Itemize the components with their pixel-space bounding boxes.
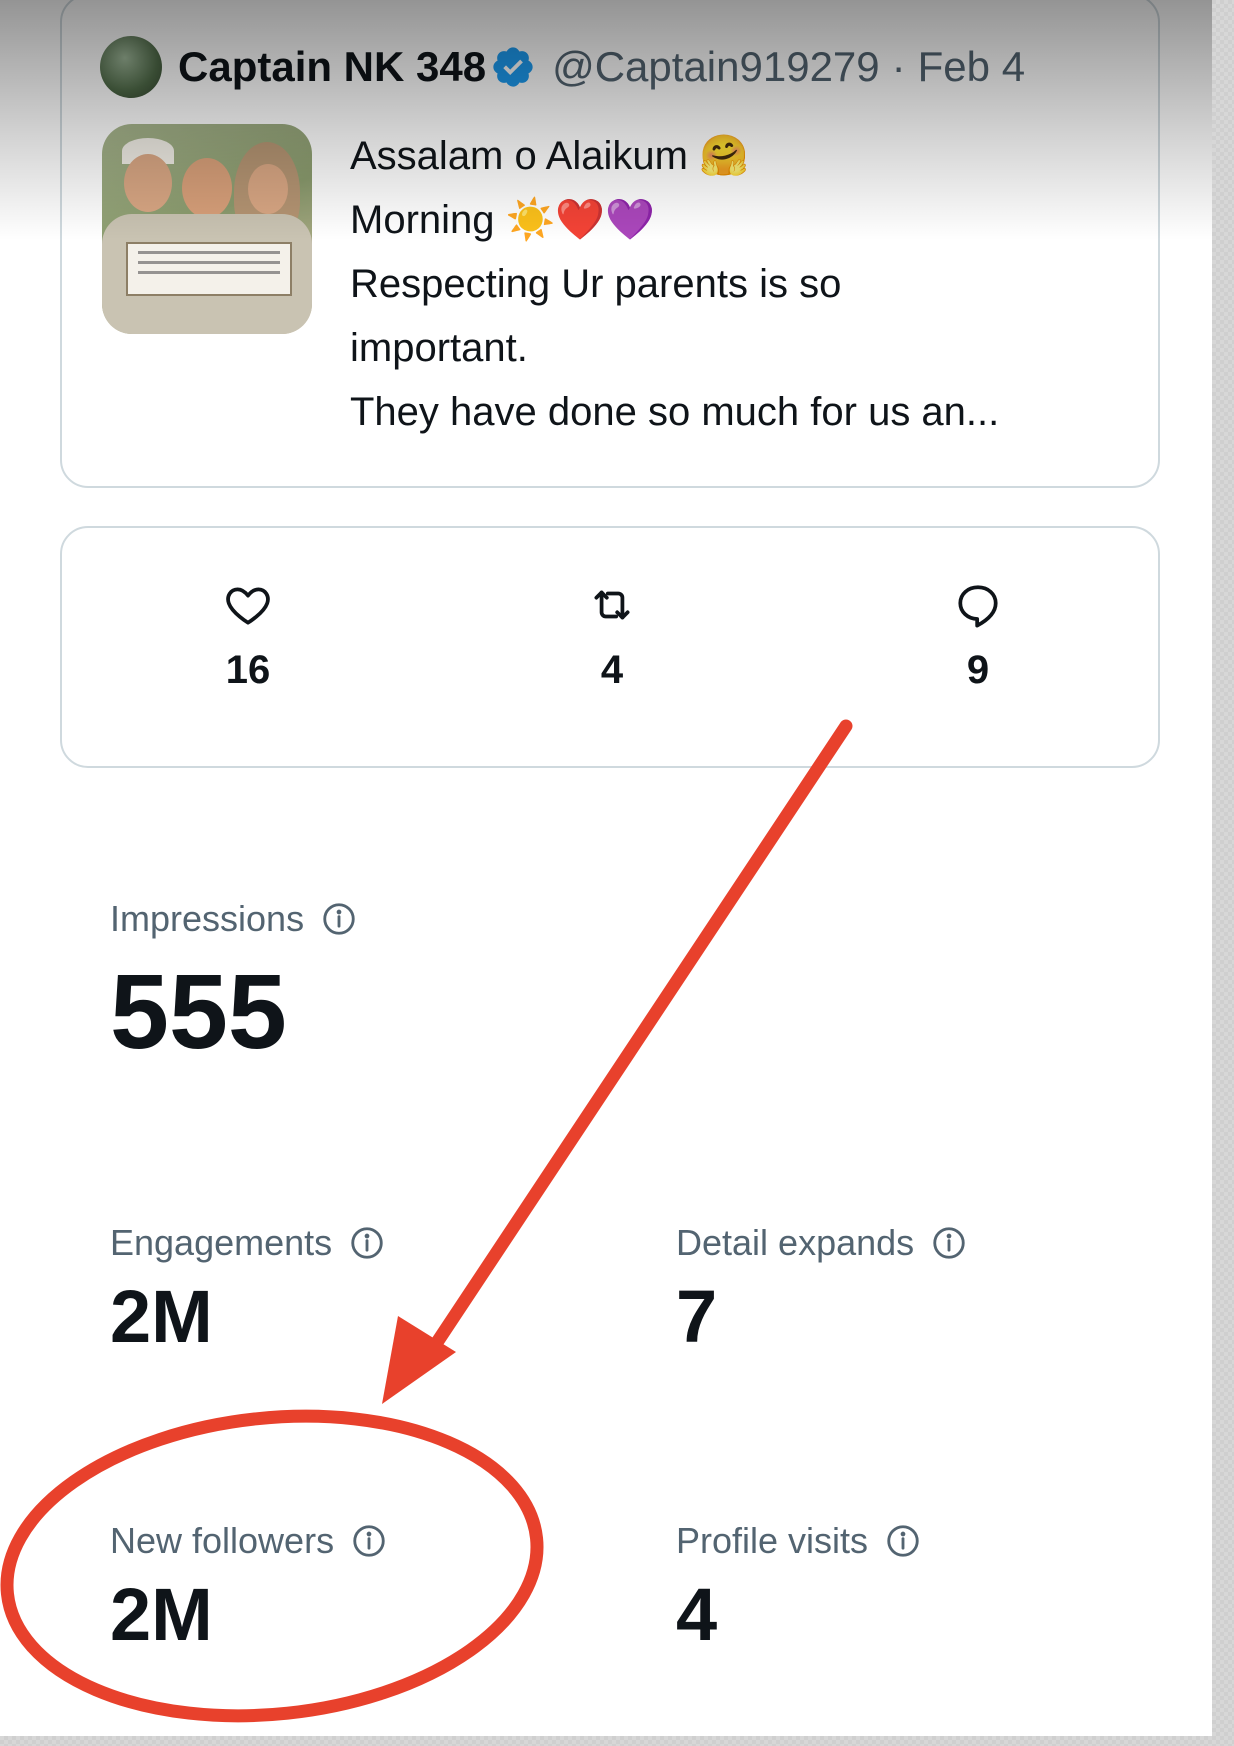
impressions-label: Impressions	[110, 898, 305, 939]
author-avatar[interactable]	[100, 36, 162, 98]
info-icon[interactable]	[320, 900, 358, 938]
reply-action[interactable]: 9	[878, 580, 1078, 693]
engagements-value: 2M	[110, 1275, 213, 1358]
retweet-count: 4	[600, 648, 624, 692]
tweet-text-line: Respecting Ur parents is so	[350, 262, 842, 306]
tweet-text-line: Assalam o Alaikum 🤗	[350, 134, 749, 178]
tweet-date[interactable]: Feb 4	[918, 43, 1025, 91]
detail-expands-value: 7	[676, 1275, 718, 1358]
tweet-text-line: important.	[350, 326, 528, 370]
new-followers-value: 2M	[110, 1573, 213, 1656]
detail-expands-label: Detail expands	[676, 1222, 915, 1263]
info-icon[interactable]	[884, 1522, 922, 1560]
tweet-text[interactable]: Assalam o Alaikum 🤗 Morning ☀️❤️💜 Respec…	[350, 124, 1130, 444]
author-handle[interactable]: @Captain919279	[552, 43, 880, 91]
impressions-metric: Impressions 555	[110, 898, 358, 1073]
like-action[interactable]: 16	[148, 580, 348, 693]
retweet-icon	[594, 590, 630, 620]
engagements-label: Engagements	[110, 1222, 333, 1263]
tweet-media-thumbnail[interactable]	[102, 124, 312, 334]
reply-icon	[958, 585, 998, 628]
reply-count: 9	[966, 648, 990, 692]
info-icon[interactable]	[350, 1522, 388, 1560]
profile-visits-value: 4	[676, 1573, 718, 1656]
retweet-action[interactable]: 4	[512, 580, 712, 693]
author-name[interactable]: Captain NK 348	[178, 43, 486, 91]
engagement-actions-card: 16 4 9	[60, 526, 1160, 768]
new-followers-metric: New followers 2M	[110, 1520, 388, 1657]
engagements-metric: Engagements 2M	[110, 1222, 386, 1359]
profile-visits-metric: Profile visits 4	[676, 1520, 922, 1657]
info-icon[interactable]	[930, 1224, 968, 1262]
new-followers-label: New followers	[110, 1520, 335, 1561]
tweet-text-line: Morning ☀️❤️💜	[350, 198, 656, 242]
impressions-value: 555	[110, 953, 287, 1071]
heart-icon	[226, 587, 270, 625]
detail-expands-metric: Detail expands 7	[676, 1222, 968, 1359]
verified-badge-icon	[493, 47, 533, 87]
tweet-card[interactable]: Captain NK 348 @Captain919279 · Feb 4 As…	[60, 0, 1160, 488]
info-icon[interactable]	[348, 1224, 386, 1262]
profile-visits-label: Profile visits	[676, 1520, 869, 1561]
tweet-text-line: They have done so much for us an...	[350, 390, 1000, 434]
like-count: 16	[225, 648, 271, 692]
separator-dot: ·	[891, 43, 906, 90]
tweet-header: Captain NK 348 @Captain919279 · Feb 4	[100, 36, 1128, 98]
tweet-analytics-screen: Captain NK 348 @Captain919279 · Feb 4 As…	[0, 0, 1212, 1736]
